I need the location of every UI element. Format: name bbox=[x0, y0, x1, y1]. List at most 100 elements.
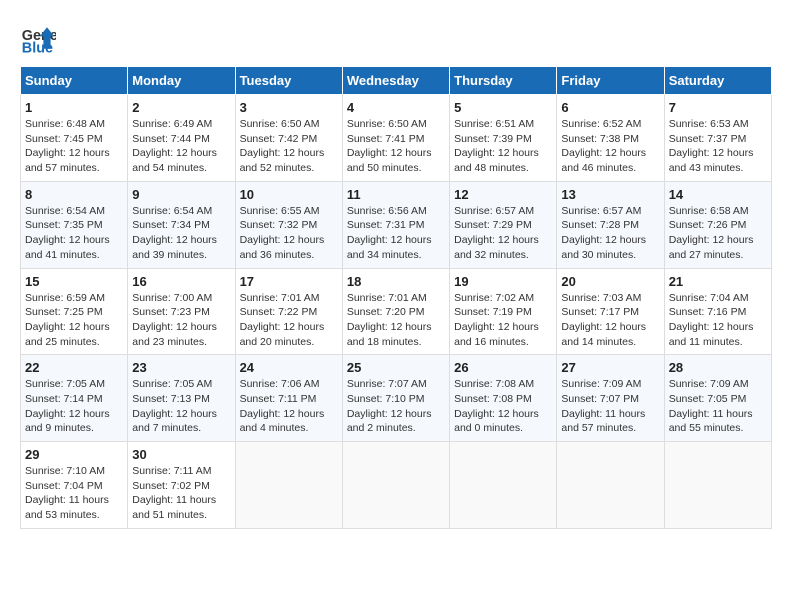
calendar-cell bbox=[235, 442, 342, 529]
sunrise: Sunrise: 7:02 AM bbox=[454, 291, 552, 306]
daylight: Daylight: 12 hours and 30 minutes. bbox=[561, 233, 659, 262]
day-info: Sunrise: 7:01 AM Sunset: 7:20 PM Dayligh… bbox=[347, 291, 445, 350]
calendar-cell: 21 Sunrise: 7:04 AM Sunset: 7:16 PM Dayl… bbox=[664, 268, 771, 355]
day-info: Sunrise: 6:50 AM Sunset: 7:41 PM Dayligh… bbox=[347, 117, 445, 176]
day-number: 28 bbox=[669, 360, 767, 375]
calendar-cell: 22 Sunrise: 7:05 AM Sunset: 7:14 PM Dayl… bbox=[21, 355, 128, 442]
sunrise: Sunrise: 7:03 AM bbox=[561, 291, 659, 306]
sunset: Sunset: 7:13 PM bbox=[132, 392, 230, 407]
day-info: Sunrise: 7:00 AM Sunset: 7:23 PM Dayligh… bbox=[132, 291, 230, 350]
daylight: Daylight: 11 hours and 51 minutes. bbox=[132, 493, 230, 522]
sunset: Sunset: 7:14 PM bbox=[25, 392, 123, 407]
daylight: Daylight: 12 hours and 52 minutes. bbox=[240, 146, 338, 175]
sunrise: Sunrise: 7:00 AM bbox=[132, 291, 230, 306]
sunrise: Sunrise: 7:10 AM bbox=[25, 464, 123, 479]
sunset: Sunset: 7:45 PM bbox=[25, 132, 123, 147]
calendar-cell: 14 Sunrise: 6:58 AM Sunset: 7:26 PM Dayl… bbox=[664, 181, 771, 268]
day-number: 5 bbox=[454, 100, 552, 115]
day-info: Sunrise: 6:54 AM Sunset: 7:34 PM Dayligh… bbox=[132, 204, 230, 263]
calendar-cell bbox=[342, 442, 449, 529]
daylight: Daylight: 12 hours and 32 minutes. bbox=[454, 233, 552, 262]
sunrise: Sunrise: 6:50 AM bbox=[347, 117, 445, 132]
daylight: Daylight: 12 hours and 4 minutes. bbox=[240, 407, 338, 436]
sunset: Sunset: 7:05 PM bbox=[669, 392, 767, 407]
day-info: Sunrise: 7:09 AM Sunset: 7:07 PM Dayligh… bbox=[561, 377, 659, 436]
sunset: Sunset: 7:22 PM bbox=[240, 305, 338, 320]
calendar-cell: 25 Sunrise: 7:07 AM Sunset: 7:10 PM Dayl… bbox=[342, 355, 449, 442]
daylight: Daylight: 12 hours and 41 minutes. bbox=[25, 233, 123, 262]
sunset: Sunset: 7:08 PM bbox=[454, 392, 552, 407]
daylight: Daylight: 12 hours and 43 minutes. bbox=[669, 146, 767, 175]
sunrise: Sunrise: 6:49 AM bbox=[132, 117, 230, 132]
daylight: Daylight: 12 hours and 20 minutes. bbox=[240, 320, 338, 349]
day-info: Sunrise: 6:48 AM Sunset: 7:45 PM Dayligh… bbox=[25, 117, 123, 176]
day-number: 2 bbox=[132, 100, 230, 115]
day-number: 23 bbox=[132, 360, 230, 375]
week-row-3: 15 Sunrise: 6:59 AM Sunset: 7:25 PM Dayl… bbox=[21, 268, 772, 355]
sunset: Sunset: 7:39 PM bbox=[454, 132, 552, 147]
day-number: 7 bbox=[669, 100, 767, 115]
weekday-header-wednesday: Wednesday bbox=[342, 67, 449, 95]
week-row-5: 29 Sunrise: 7:10 AM Sunset: 7:04 PM Dayl… bbox=[21, 442, 772, 529]
daylight: Daylight: 11 hours and 53 minutes. bbox=[25, 493, 123, 522]
day-number: 11 bbox=[347, 187, 445, 202]
calendar-cell: 5 Sunrise: 6:51 AM Sunset: 7:39 PM Dayli… bbox=[450, 95, 557, 182]
calendar-cell: 30 Sunrise: 7:11 AM Sunset: 7:02 PM Dayl… bbox=[128, 442, 235, 529]
day-info: Sunrise: 6:55 AM Sunset: 7:32 PM Dayligh… bbox=[240, 204, 338, 263]
calendar-cell: 8 Sunrise: 6:54 AM Sunset: 7:35 PM Dayli… bbox=[21, 181, 128, 268]
sunset: Sunset: 7:26 PM bbox=[669, 218, 767, 233]
sunset: Sunset: 7:07 PM bbox=[561, 392, 659, 407]
sunset: Sunset: 7:10 PM bbox=[347, 392, 445, 407]
sunset: Sunset: 7:04 PM bbox=[25, 479, 123, 494]
calendar-cell: 24 Sunrise: 7:06 AM Sunset: 7:11 PM Dayl… bbox=[235, 355, 342, 442]
sunset: Sunset: 7:17 PM bbox=[561, 305, 659, 320]
day-number: 17 bbox=[240, 274, 338, 289]
day-number: 8 bbox=[25, 187, 123, 202]
day-number: 6 bbox=[561, 100, 659, 115]
sunrise: Sunrise: 6:54 AM bbox=[25, 204, 123, 219]
sunset: Sunset: 7:35 PM bbox=[25, 218, 123, 233]
sunset: Sunset: 7:32 PM bbox=[240, 218, 338, 233]
sunset: Sunset: 7:11 PM bbox=[240, 392, 338, 407]
week-row-4: 22 Sunrise: 7:05 AM Sunset: 7:14 PM Dayl… bbox=[21, 355, 772, 442]
weekday-header-sunday: Sunday bbox=[21, 67, 128, 95]
calendar-cell: 15 Sunrise: 6:59 AM Sunset: 7:25 PM Dayl… bbox=[21, 268, 128, 355]
logo-icon: General Blue bbox=[20, 20, 56, 56]
day-number: 22 bbox=[25, 360, 123, 375]
day-info: Sunrise: 7:01 AM Sunset: 7:22 PM Dayligh… bbox=[240, 291, 338, 350]
sunrise: Sunrise: 6:57 AM bbox=[454, 204, 552, 219]
daylight: Daylight: 11 hours and 55 minutes. bbox=[669, 407, 767, 436]
weekday-header-friday: Friday bbox=[557, 67, 664, 95]
day-info: Sunrise: 6:53 AM Sunset: 7:37 PM Dayligh… bbox=[669, 117, 767, 176]
sunrise: Sunrise: 6:55 AM bbox=[240, 204, 338, 219]
sunset: Sunset: 7:29 PM bbox=[454, 218, 552, 233]
day-number: 4 bbox=[347, 100, 445, 115]
sunrise: Sunrise: 7:07 AM bbox=[347, 377, 445, 392]
week-row-2: 8 Sunrise: 6:54 AM Sunset: 7:35 PM Dayli… bbox=[21, 181, 772, 268]
calendar-cell: 11 Sunrise: 6:56 AM Sunset: 7:31 PM Dayl… bbox=[342, 181, 449, 268]
daylight: Daylight: 12 hours and 54 minutes. bbox=[132, 146, 230, 175]
daylight: Daylight: 12 hours and 48 minutes. bbox=[454, 146, 552, 175]
weekday-header-thursday: Thursday bbox=[450, 67, 557, 95]
sunset: Sunset: 7:28 PM bbox=[561, 218, 659, 233]
day-number: 12 bbox=[454, 187, 552, 202]
day-number: 27 bbox=[561, 360, 659, 375]
calendar-cell bbox=[664, 442, 771, 529]
day-info: Sunrise: 6:50 AM Sunset: 7:42 PM Dayligh… bbox=[240, 117, 338, 176]
daylight: Daylight: 12 hours and 9 minutes. bbox=[25, 407, 123, 436]
calendar-cell: 10 Sunrise: 6:55 AM Sunset: 7:32 PM Dayl… bbox=[235, 181, 342, 268]
sunset: Sunset: 7:38 PM bbox=[561, 132, 659, 147]
sunset: Sunset: 7:31 PM bbox=[347, 218, 445, 233]
calendar-cell: 6 Sunrise: 6:52 AM Sunset: 7:38 PM Dayli… bbox=[557, 95, 664, 182]
sunset: Sunset: 7:37 PM bbox=[669, 132, 767, 147]
sunrise: Sunrise: 7:05 AM bbox=[25, 377, 123, 392]
daylight: Daylight: 12 hours and 50 minutes. bbox=[347, 146, 445, 175]
daylight: Daylight: 12 hours and 2 minutes. bbox=[347, 407, 445, 436]
day-number: 13 bbox=[561, 187, 659, 202]
sunrise: Sunrise: 6:52 AM bbox=[561, 117, 659, 132]
calendar-cell: 4 Sunrise: 6:50 AM Sunset: 7:41 PM Dayli… bbox=[342, 95, 449, 182]
sunrise: Sunrise: 7:09 AM bbox=[669, 377, 767, 392]
daylight: Daylight: 12 hours and 7 minutes. bbox=[132, 407, 230, 436]
day-number: 30 bbox=[132, 447, 230, 462]
day-info: Sunrise: 7:06 AM Sunset: 7:11 PM Dayligh… bbox=[240, 377, 338, 436]
